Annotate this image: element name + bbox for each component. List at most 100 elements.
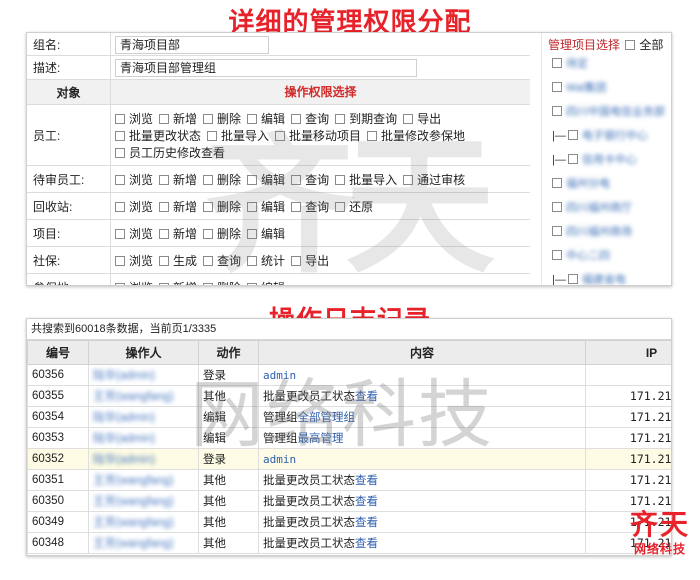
permission-checkbox[interactable] [403,175,414,185]
permission-checkbox[interactable] [203,229,214,239]
permission-option[interactable]: 查询 [203,253,241,270]
permission-checkbox[interactable] [367,131,378,141]
permission-option[interactable]: 新增 [159,111,197,128]
description-field[interactable]: 青海项目部管理组 [115,59,417,77]
log-row[interactable]: 60351王芳(wangfang)其他批量更改员工状态查看171.213.44.… [27,469,671,491]
project-item[interactable]: 中心二四 [552,247,610,263]
permission-option[interactable]: 批量导入 [335,172,397,189]
permission-option[interactable]: 导出 [403,111,441,128]
permission-option[interactable]: 新增 [159,172,197,189]
log-content-link[interactable]: 查看 [355,475,378,487]
permission-option[interactable]: 统计 [247,253,285,270]
project-item[interactable]: 待定 [552,55,588,71]
permission-option[interactable]: 查询 [291,199,329,216]
project-item[interactable]: |— 电子银行中心 [552,127,648,143]
project-item[interactable]: 四川福州商厅 [552,199,632,215]
permission-option[interactable]: 浏览 [115,253,153,270]
project-checkbox[interactable] [552,58,562,68]
log-content-link[interactable]: 查看 [355,391,378,403]
permission-checkbox[interactable] [115,202,125,212]
project-checkbox[interactable] [552,226,562,236]
log-row[interactable]: 60353陆华(admin)编辑管理组最高管理171.216.63.6 [27,427,671,449]
permission-option[interactable]: 浏览 [115,199,153,216]
permission-checkbox[interactable] [203,202,214,212]
permission-option[interactable]: 通过审核 [403,172,465,189]
permission-checkbox[interactable] [403,114,414,124]
log-row[interactable]: 60355王芳(wangfang)其他批量更改员工状态查看171.213.44.… [27,385,671,407]
permission-checkbox[interactable] [335,114,346,124]
project-item[interactable]: 四川中国电信业务部 [552,103,665,119]
log-content-link[interactable]: 查看 [355,538,378,550]
log-row[interactable]: 60352 陆华(admin) 登录 admin 171.216.63.6 [27,448,671,470]
permission-option[interactable]: 浏览 [115,226,153,243]
permission-checkbox[interactable] [291,175,302,185]
permission-checkbox[interactable] [207,131,218,141]
project-item[interactable]: 福州分电 [552,175,610,191]
select-all-checkbox[interactable] [625,40,636,50]
permission-checkbox[interactable] [247,114,258,124]
permission-option[interactable]: 浏览 [115,111,153,128]
permission-checkbox[interactable] [291,202,302,212]
log-row[interactable]: 60348王芳(wangfang)其他批量更改员工状态查看171.213.44.… [27,532,671,554]
log-content-link[interactable]: 查看 [355,496,378,508]
permission-option[interactable]: 新增 [159,226,197,243]
project-item[interactable]: 四川福州商场 [552,223,632,239]
permission-option[interactable]: 编辑 [247,111,285,128]
permission-option[interactable]: 删除 [203,280,241,285]
permission-option[interactable]: 批量移动项目 [275,128,361,145]
project-item[interactable]: Wal集团 [552,79,607,95]
permission-checkbox[interactable] [203,114,214,124]
project-checkbox[interactable] [567,154,578,164]
permission-option[interactable]: 浏览 [115,172,153,189]
log-content-link[interactable]: 查看 [355,517,378,529]
log-content-link[interactable]: 全部管理组 [298,412,356,424]
log-content-link[interactable]: 最高管理 [298,433,344,445]
permission-checkbox[interactable] [291,256,302,266]
permission-option[interactable]: 导出 [291,253,329,270]
project-checkbox[interactable] [552,106,562,116]
permission-checkbox[interactable] [115,283,125,285]
permission-checkbox[interactable] [247,256,258,266]
permission-option[interactable]: 删除 [203,111,241,128]
permission-checkbox[interactable] [159,229,170,239]
permission-option[interactable]: 员工历史修改查看 [115,145,225,162]
permission-checkbox[interactable] [247,229,258,239]
permission-checkbox[interactable] [203,256,214,266]
permission-option[interactable]: 查询 [291,172,329,189]
permission-checkbox[interactable] [115,131,125,141]
permission-checkbox[interactable] [159,202,170,212]
log-row[interactable]: 60349王芳(wangfang)其他批量更改员工状态查看171.213.44.… [27,511,671,533]
project-checkbox[interactable] [567,130,578,140]
permission-option[interactable]: 到期查询 [335,111,397,128]
permission-option[interactable]: 删除 [203,172,241,189]
permission-option[interactable]: 编辑 [247,280,285,285]
permission-checkbox[interactable] [247,202,258,212]
permission-checkbox[interactable] [115,114,125,124]
permission-checkbox[interactable] [275,131,286,141]
permission-checkbox[interactable] [203,175,214,185]
permission-checkbox[interactable] [335,175,346,185]
permission-option[interactable]: 编辑 [247,199,285,216]
project-checkbox[interactable] [567,274,578,284]
log-row[interactable]: 60350王芳(wangfang)其他批量更改员工状态查看171.213.44.… [27,490,671,512]
permission-checkbox[interactable] [203,283,214,285]
permission-checkbox[interactable] [115,229,125,239]
permission-option[interactable]: 批量修改参保地 [367,128,465,145]
group-name-field[interactable]: 青海项目部 [115,36,269,54]
permission-checkbox[interactable] [335,202,346,212]
permission-option[interactable]: 查询 [291,111,329,128]
permission-checkbox[interactable] [115,148,125,158]
permission-option[interactable]: 编辑 [247,226,285,243]
permission-option[interactable]: 批量导入 [207,128,269,145]
permission-option[interactable]: 批量更改状态 [115,128,201,145]
permission-option[interactable]: 还原 [335,199,373,216]
permission-checkbox[interactable] [115,256,125,266]
project-checkbox[interactable] [552,178,562,188]
permission-option[interactable]: 编辑 [247,172,285,189]
project-item[interactable]: |— 信用卡中心 [552,151,637,167]
permission-option[interactable]: 生成 [159,253,197,270]
permission-checkbox[interactable] [247,283,258,285]
project-checkbox[interactable] [552,82,562,92]
permission-option[interactable]: 新增 [159,199,197,216]
project-item[interactable]: |— 福建省电 [552,271,626,285]
